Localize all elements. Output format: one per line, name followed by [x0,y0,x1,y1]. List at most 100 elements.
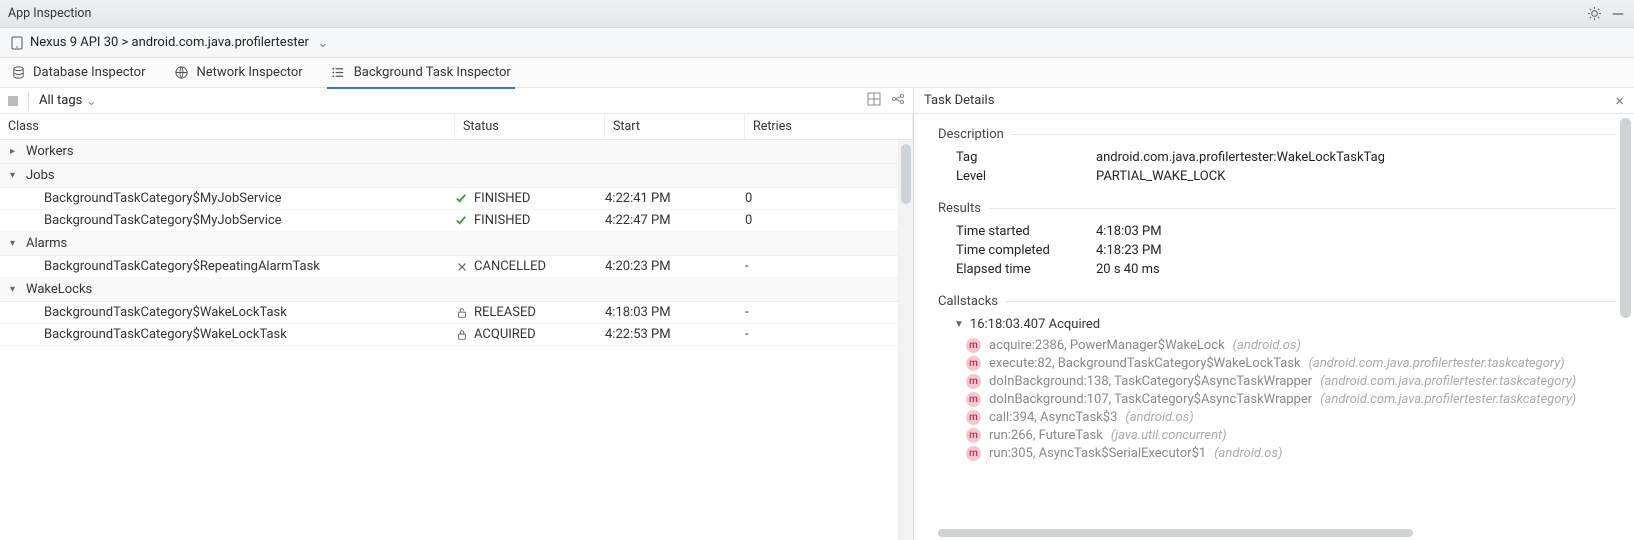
cell-class: BackgroundTaskCategory$MyJobService [0,213,455,228]
chevron-down-icon[interactable]: ⌄ [315,35,329,51]
table-row[interactable]: BackgroundTaskCategory$RepeatingAlarmTas… [0,256,913,278]
section-title-description: Description [938,124,1616,144]
method-badge-icon: m [966,392,981,407]
scrollbar-horizontal[interactable] [938,528,1616,538]
col-header-start[interactable]: Start [605,114,745,139]
group-row[interactable]: ▸ Workers [0,140,913,164]
graph-view-icon[interactable] [891,92,905,110]
callstack-package: (android.os) [1125,410,1193,425]
callstack-line[interactable]: m run:266, FutureTask (java.util.concurren… [966,428,1616,443]
expander-icon: ▸ [10,146,20,157]
callstack-line[interactable]: macquire:2386, PowerManager$WakeLock(and… [966,338,1616,353]
lock-open-icon [455,306,468,319]
cell-status: FINISHED [455,191,605,206]
callstack-package: (java.util.concurrent) [1111,428,1227,443]
tab-network-inspector[interactable]: Network Inspector [174,58,303,88]
res-started-label: Time started [956,224,1096,239]
desc-tag-value: android.com.java.profilertester:WakeLock… [1096,150,1616,165]
section-title-callstacks: Callstacks [938,291,1616,311]
group-label: Alarms [26,236,67,251]
method-badge-icon: m [966,428,981,443]
table-row[interactable]: BackgroundTaskCategory$MyJobServiceFINIS… [0,188,913,210]
cell-class: BackgroundTaskCategory$MyJobService [0,191,455,206]
close-icon[interactable]: × [1615,93,1624,109]
database-icon [10,65,26,81]
check-icon [455,214,468,227]
method-badge-icon: m [966,410,981,425]
cell-start: 4:18:03 PM [605,305,745,320]
filter-bar: All tags ⌄ [0,88,913,114]
tab-background-task-inspector[interactable]: Background Task Inspector [331,58,511,88]
tab-label: Network Inspector [197,65,303,80]
cell-retries: - [745,305,913,320]
res-elapsed-value: 20 s 40 ms [1096,262,1616,277]
callstack-line[interactable]: m doInBackground:107, TaskCategory$AsyncT… [966,392,1616,407]
group-row[interactable]: ▾Jobs [0,164,913,188]
desc-level-label: Level [956,169,1096,184]
list-icon [331,65,347,81]
device-selector-bar: Nexus 9 API 30 > android.com.java.profil… [0,28,1634,58]
table-row[interactable]: BackgroundTaskCategory$MyJobServiceFINIS… [0,210,913,232]
group-row[interactable]: ▾ WakeLocks [0,278,913,302]
method-badge-icon: m [966,356,981,371]
stop-icon[interactable] [8,96,18,106]
device-icon [10,36,24,50]
lock-icon [455,328,468,341]
table-row[interactable]: BackgroundTaskCategory$WakeLockTaskRELEA… [0,302,913,324]
x-icon [455,260,468,273]
cell-retries: 0 [745,191,913,206]
cell-retries: 0 [745,213,913,228]
callstack-text: acquire:2386, PowerManager$WakeLock [989,338,1225,353]
callstack-line[interactable]: mdoInBackground:138, TaskCategory$AsyncT… [966,374,1616,389]
method-badge-icon: m [966,374,981,389]
cell-retries: - [745,327,913,342]
scrollbar-vertical[interactable] [1619,116,1632,536]
table-view-icon[interactable] [867,92,881,110]
callstack-line[interactable]: mrun:305, AsyncTask$SerialExecutor$1(and… [966,446,1616,461]
cell-class: BackgroundTaskCategory$RepeatingAlarmTas… [0,259,455,274]
tags-filter-label: All tags [39,93,82,108]
scrollbar-vertical[interactable] [898,140,913,540]
inspector-tabs: Database Inspector Network Inspector Bac… [0,58,1634,88]
triangle-down-icon: ▼ [954,319,964,330]
callstack-text: run:305, AsyncTask$SerialExecutor$1 [989,446,1206,461]
details-header: Task Details × [914,88,1634,114]
expander-icon: ▾ [10,284,20,295]
col-header-retries[interactable]: Retries [745,114,913,139]
device-selector-label[interactable]: Nexus 9 API 30 > android.com.java.profil… [30,35,309,50]
tab-label: Database Inspector [33,65,146,80]
cell-class: BackgroundTaskCategory$WakeLockTask [0,327,455,342]
method-badge-icon: m [966,338,981,353]
res-elapsed-label: Elapsed time [956,262,1096,277]
callstack-line[interactable]: mcall:394, AsyncTask$3(android.os) [966,410,1616,425]
col-header-class[interactable]: Class [0,114,455,139]
callstack-text: run:266, FutureTask [989,428,1103,443]
callstack-toggle-label: 16:18:03.407 Acquired [970,317,1100,332]
tags-filter-dropdown[interactable]: All tags ⌄ [39,93,96,108]
gear-icon[interactable] [1586,6,1602,22]
cell-start: 4:22:47 PM [605,213,745,228]
group-label: Workers [26,144,74,159]
expander-icon: ▾ [10,170,20,181]
callstack-toggle[interactable]: ▼ 16:18:03.407 Acquired [938,317,1616,332]
callstack-text: doInBackground:107, TaskCategory$AsyncTa… [989,392,1312,407]
callstack-line[interactable]: m execute:82, BackgroundTaskCategory$Wake… [966,356,1616,371]
cell-start: 4:20:23 PM [605,259,745,274]
table-row[interactable]: BackgroundTaskCategory$WakeLockTaskACQUI… [0,324,913,346]
res-started-value: 4:18:03 PM [1096,224,1616,239]
callstack-text: execute:82, BackgroundTaskCategory$WakeL… [989,356,1301,371]
tab-label: Background Task Inspector [354,65,511,80]
globe-icon [174,65,190,81]
col-header-status[interactable]: Status [455,114,605,139]
res-completed-label: Time completed [956,243,1096,258]
callstack-package: (android.os) [1214,446,1282,461]
tool-window-titlebar: App Inspection [0,0,1634,28]
cell-class: BackgroundTaskCategory$WakeLockTask [0,305,455,320]
minimize-icon[interactable] [1610,6,1626,22]
cell-status: CANCELLED [455,259,605,274]
cell-start: 4:22:41 PM [605,191,745,206]
group-row[interactable]: ▾Alarms [0,232,913,256]
group-label: WakeLocks [26,282,92,297]
details-title: Task Details [924,93,994,108]
tab-database-inspector[interactable]: Database Inspector [10,58,146,88]
